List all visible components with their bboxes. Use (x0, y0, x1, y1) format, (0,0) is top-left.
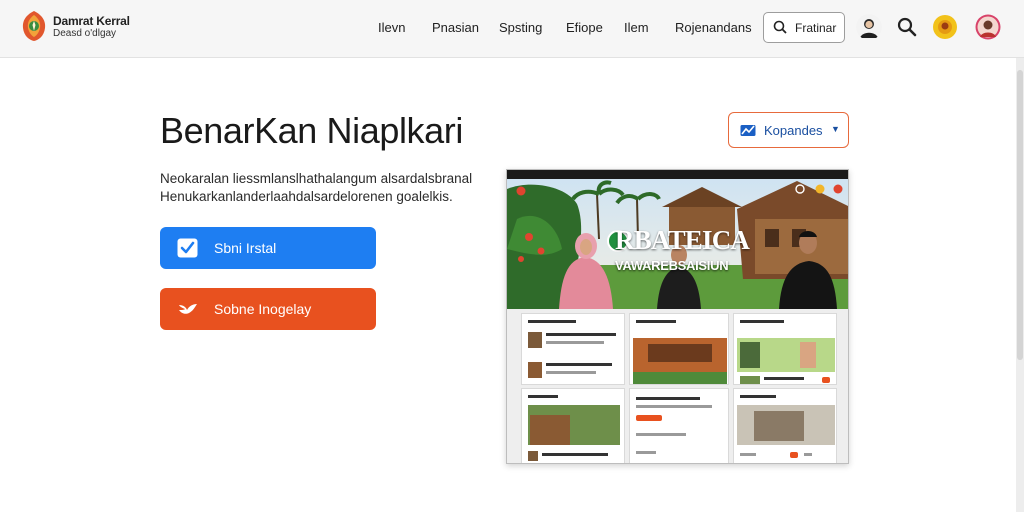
install-button-label: Sbni Irstal (214, 240, 277, 256)
preview-text-line (546, 341, 604, 344)
chevron-down-icon: ▼ (831, 124, 840, 134)
bird-icon (179, 304, 197, 314)
preview-title: RBATEICA (615, 225, 750, 255)
nav-item-1[interactable]: Ilevn (378, 20, 405, 35)
preview-text-line (804, 453, 812, 456)
preview-card (629, 313, 729, 385)
preview-text-line (528, 320, 576, 323)
preview-text-line (546, 363, 612, 366)
page-scrollbar[interactable] (1016, 58, 1024, 512)
nav-item-2[interactable]: Pnasian (432, 20, 479, 35)
dropdown-label: Kopandes (764, 123, 823, 138)
search-icon[interactable] (894, 14, 920, 40)
preview-card (521, 313, 625, 385)
preview-text-line (740, 453, 756, 456)
brand-subtitle: Deasd o'dlgay (53, 28, 117, 39)
nav-item-3[interactable]: Spsting (499, 20, 542, 35)
scrollbar-thumb[interactable] (1017, 70, 1023, 360)
preview-text-line (740, 395, 776, 398)
top-navigation-bar: Damrat Kerral Deasd o'dlgay Ilevn Pnasia… (0, 0, 1024, 58)
brand-title: Damrat Kerral (53, 14, 130, 28)
preview-thumbnail (648, 344, 712, 362)
preview-text-line (740, 320, 784, 323)
preview-card (733, 388, 837, 463)
search-button-label: Fratinar (795, 21, 837, 35)
install-button[interactable]: Sbni Irstal (160, 227, 376, 269)
hero-description: Neokaralan liessmlanslhathalangum alsard… (160, 171, 473, 204)
preview-text-line (546, 371, 596, 374)
preview-card (521, 388, 625, 463)
preview-thumbnail (633, 372, 727, 384)
brand-logo-icon[interactable] (20, 10, 48, 42)
checkbox-icon (177, 238, 198, 258)
nav-item-4[interactable]: Efiope (566, 20, 603, 35)
page-heading: BenarKan Niaplkari (160, 110, 463, 151)
website-preview: RBATEICA VAWAREBSAISIUN (506, 169, 849, 464)
preview-text-line (636, 320, 676, 323)
preview-text-line (636, 451, 656, 454)
nav-item-5[interactable]: Ilem (624, 20, 649, 35)
preview-subtitle: VAWAREBSAISIUN (615, 258, 729, 273)
preview-text-line (528, 395, 558, 398)
preview-thumbnail (800, 342, 816, 368)
secondary-button-label: Sobne Inogelay (214, 301, 312, 317)
preview-text-line (764, 377, 804, 380)
preview-tag (822, 377, 830, 383)
preview-card (629, 388, 729, 463)
preview-content-grid (507, 309, 848, 463)
preview-thumbnail (740, 376, 760, 384)
secondary-action-button[interactable]: Sobne Inogelay (160, 288, 376, 330)
preview-thumbnail (528, 362, 542, 378)
preview-text-line (636, 405, 712, 408)
preview-browser-bar (507, 170, 848, 179)
category-dropdown[interactable]: Kopandes ▼ (728, 112, 849, 148)
preview-thumbnail (740, 342, 760, 368)
preview-card (733, 313, 837, 385)
preview-text-line (636, 433, 686, 436)
preview-hero-image: RBATEICA VAWAREBSAISIUN (507, 179, 848, 309)
search-icon (773, 20, 787, 34)
preview-text-line (546, 333, 616, 336)
preview-thumbnail (528, 451, 538, 461)
preview-tag (790, 452, 798, 458)
profile-badge-icon[interactable] (932, 14, 958, 40)
preview-thumbnail (528, 332, 542, 348)
search-button[interactable]: Fratinar (763, 12, 845, 43)
envelope-chart-icon (740, 125, 756, 136)
preview-thumbnail (754, 411, 804, 441)
preview-text-line (636, 397, 700, 400)
person-avatar-icon[interactable] (856, 14, 882, 40)
preview-text-line (542, 453, 608, 456)
nav-item-6[interactable]: Rojenandans (675, 20, 752, 35)
user-avatar-icon[interactable] (975, 14, 1001, 40)
preview-tag (636, 415, 662, 421)
preview-thumbnail (530, 415, 570, 445)
